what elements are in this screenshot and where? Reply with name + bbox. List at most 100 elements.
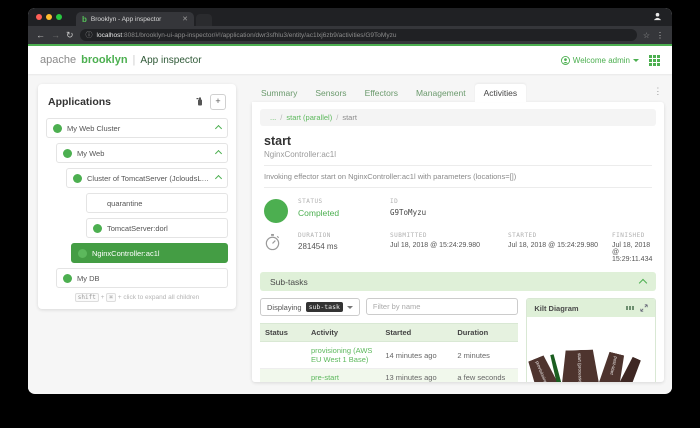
subtasks-area: Displaying sub-task Status	[252, 298, 664, 382]
refresh-icon[interactable]: ↻	[66, 31, 74, 40]
expand-icon[interactable]	[640, 304, 648, 312]
kilt-diagram[interactable]: provisioning start (processes) post-star…	[527, 317, 655, 382]
id-label: ID	[390, 198, 652, 205]
address-bar[interactable]: ⓘ localhost:8081/brooklyn-ui-app-inspect…	[80, 29, 637, 41]
tree-item-quarantine[interactable]: quarantine	[86, 193, 228, 213]
hint-text: click to expand all children	[123, 294, 199, 301]
app-header: apache brooklyn | App inspector Welcome …	[28, 46, 672, 74]
content: Applications + My Web Cluster My We	[28, 74, 672, 382]
tab-close-icon[interactable]: ✕	[182, 15, 188, 23]
displaying-dropdown[interactable]: Displaying sub-task	[260, 298, 360, 316]
brand-apache: apache	[40, 54, 76, 66]
breadcrumb-ellipsis[interactable]: ...	[270, 113, 276, 122]
shift-key: shift	[75, 293, 99, 302]
divider	[264, 187, 652, 188]
brooklyn-page: apache brooklyn | App inspector Welcome …	[28, 44, 672, 392]
tab-title: Brooklyn - App inspector	[91, 16, 179, 23]
filter-input[interactable]	[366, 298, 518, 315]
minimize-window-button[interactable]	[46, 14, 52, 20]
tab-activities[interactable]: Activities	[475, 84, 527, 102]
apps-grid-icon[interactable]	[649, 55, 660, 66]
brand-divider: |	[133, 54, 136, 66]
forward-icon[interactable]: →	[51, 31, 60, 40]
welcome-label: Welcome admin	[573, 56, 630, 65]
duration-label: DURATION	[298, 232, 390, 239]
breadcrumb-parent[interactable]: start (parallel)	[286, 113, 332, 122]
tree-item-my-db[interactable]: My DB	[56, 268, 228, 288]
subtasks-section-header[interactable]: Sub-tasks	[260, 272, 656, 291]
maximize-window-button[interactable]	[56, 14, 62, 20]
status-value: Completed	[298, 208, 390, 218]
tree-item-label: My Web	[77, 149, 212, 158]
url-host: localhost	[97, 32, 123, 39]
bookmark-star-icon[interactable]: ☆	[643, 31, 650, 40]
status-dot-placeholder	[93, 199, 102, 208]
tree-item-label: My DB	[77, 274, 221, 283]
brand-brooklyn: brooklyn	[81, 54, 127, 66]
brooklyn-favicon: b	[82, 15, 87, 24]
url-text: localhost:8081/brooklyn-ui-app-inspector…	[97, 32, 397, 39]
page-title: start	[264, 134, 652, 148]
chevron-up-icon[interactable]	[215, 174, 222, 181]
tab-management[interactable]: Management	[407, 84, 475, 102]
task-status-icon	[264, 199, 288, 223]
finished-label: FINISHED	[612, 232, 652, 239]
col-duration[interactable]: Duration	[452, 324, 518, 342]
browser-menu-icon[interactable]: ⋮	[656, 31, 664, 40]
browser-tabstrip: b Brooklyn - App inspector ✕	[28, 8, 672, 26]
table-row[interactable]: pre-start 13 minutes ago a few seconds	[260, 369, 518, 383]
add-application-button[interactable]: +	[210, 94, 226, 110]
col-activity[interactable]: Activity	[306, 324, 380, 342]
status-dot-icon	[78, 249, 87, 258]
browser-window: b Brooklyn - App inspector ✕ ← → ↻ ⓘ loc…	[28, 8, 672, 394]
kilt-diagram-panel: Kilt Diagram provisio	[526, 298, 656, 382]
finished-value: Jul 18, 2018 @ 15:29:11.434	[612, 242, 652, 263]
tree-item-my-web-cluster[interactable]: My Web Cluster	[46, 118, 228, 138]
tree-item-tomcatserver[interactable]: TomcatServer:dorl	[86, 218, 228, 238]
tab-overflow-menu-icon[interactable]: ⋮	[653, 86, 662, 97]
applications-header: Applications +	[48, 94, 226, 110]
subtasks-table: Status Activity Started Duration	[260, 323, 518, 382]
subtasks-title: Sub-tasks	[270, 277, 308, 287]
meta-key: ⌘	[106, 293, 116, 302]
user-menu[interactable]: Welcome admin	[561, 56, 639, 65]
kilt-segment-start-processes[interactable]: start (processes)	[560, 349, 602, 382]
chevron-up-icon[interactable]	[215, 124, 222, 131]
activity-card: ... / start (parallel) / start start Ngi…	[252, 102, 664, 382]
tab-effectors[interactable]: Effectors	[356, 84, 407, 102]
submitted-value: Jul 18, 2018 @ 15:24:29.980	[390, 242, 508, 249]
table-view-icon[interactable]	[626, 306, 635, 311]
tab-sensors[interactable]: Sensors	[306, 84, 355, 102]
collapse-chevron-icon[interactable]	[639, 279, 647, 287]
displaying-value-badge: sub-task	[306, 302, 343, 312]
activity-link[interactable]: provisioning (AWS EU West 1 Base)	[311, 346, 372, 364]
new-tab-button[interactable]	[196, 14, 212, 26]
tree-item-label: quarantine	[107, 199, 221, 208]
applications-title: Applications	[48, 96, 111, 108]
status-dot-icon	[93, 224, 102, 233]
site-info-icon[interactable]: ⓘ	[86, 30, 93, 40]
tree-item-nginxcontroller-selected[interactable]: NginxController:ac1l	[71, 243, 228, 263]
entity-subtitle: NginxController:ac1l	[264, 150, 652, 159]
tree-item-my-web[interactable]: My Web	[56, 143, 228, 163]
col-started[interactable]: Started	[380, 324, 452, 342]
breadcrumb-current: start	[342, 113, 357, 122]
table-row[interactable]: provisioning (AWS EU West 1 Base) 14 min…	[260, 342, 518, 369]
tree-item-label: My Web Cluster	[67, 124, 212, 133]
chevron-up-icon[interactable]	[215, 149, 222, 156]
tree-item-cluster[interactable]: Cluster of TomcatServer (JcloudsLocation…	[66, 168, 228, 188]
status-dot-icon	[63, 149, 72, 158]
tree-item-label: NginxController:ac1l	[92, 249, 221, 258]
col-status[interactable]: Status	[260, 324, 306, 342]
browser-tab[interactable]: b Brooklyn - App inspector ✕	[76, 12, 194, 26]
divider	[264, 165, 652, 166]
back-icon[interactable]: ←	[36, 31, 45, 40]
browser-extension-icon[interactable]	[653, 12, 662, 21]
close-window-button[interactable]	[36, 14, 42, 20]
tab-summary[interactable]: Summary	[252, 84, 306, 102]
header-right: Welcome admin	[561, 55, 660, 66]
activity-link[interactable]: pre-start	[311, 373, 339, 382]
bell-icon[interactable]	[196, 97, 204, 107]
window-controls	[36, 14, 62, 20]
brand[interactable]: apache brooklyn | App inspector	[40, 54, 202, 66]
